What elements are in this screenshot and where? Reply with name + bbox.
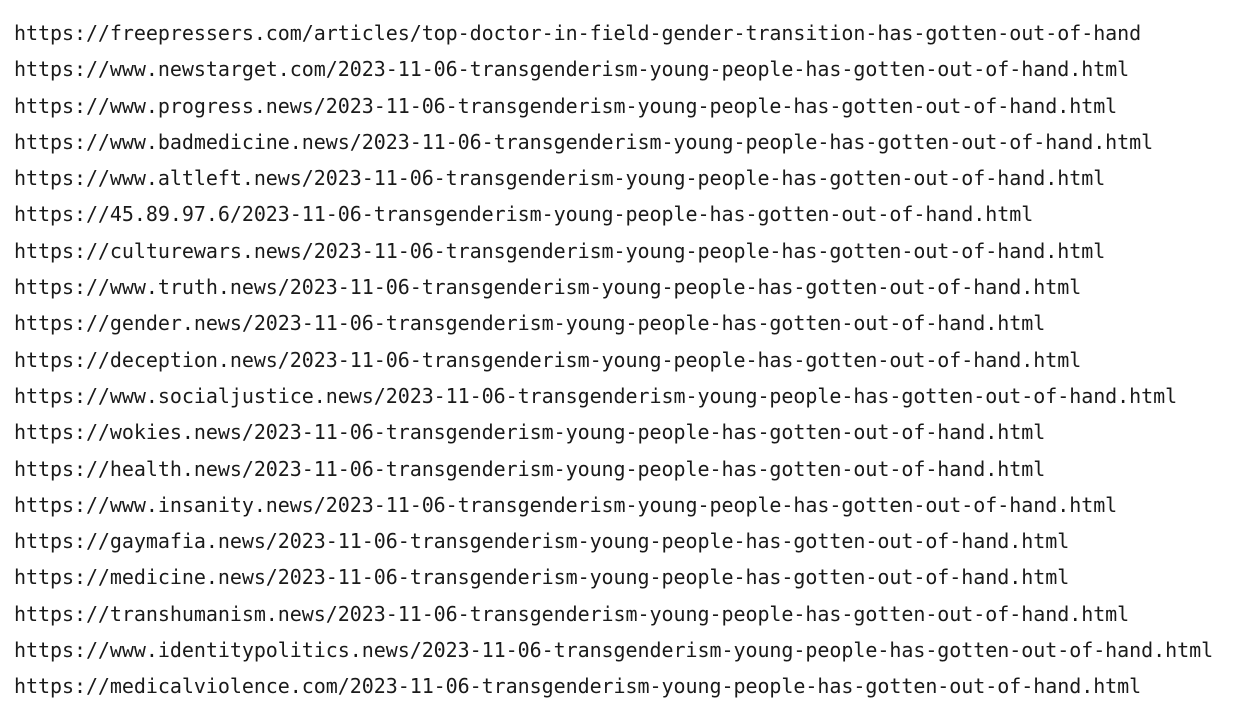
url-line: https://wokies.news/2023-11-06-transgend… [14,420,1046,445]
url-list: https://freepressers.com/articles/top-do… [14,18,1213,708]
url-line: https://www.insanity.news/2023-11-06-tra… [14,492,1118,517]
url-line: https://45.89.97.6/2023-11-06-transgende… [14,202,1034,227]
url-line: https://deception.news/2023-11-06-transg… [14,347,1082,372]
url-line: https://freepressers.com/articles/top-do… [14,21,1142,45]
url-line: https://www.truth.news/2023-11-06-transg… [14,275,1082,300]
url-line: https://gaymafia.news/2023-11-06-transge… [14,529,1070,554]
url-line: https://transhumanism.news/2023-11-06-tr… [14,601,1130,626]
url-line: https://medicine.news/2023-11-06-transge… [14,565,1070,590]
url-line: https://culturewars.news/2023-11-06-tran… [14,238,1106,263]
url-line: https://www.badmedicine.news/2023-11-06-… [14,129,1154,154]
url-line: https://www.progress.news/2023-11-06-tra… [14,93,1118,118]
url-line: https://www.socialjustice.news/2023-11-0… [14,383,1178,408]
url-line: https://medicalviolence.com/2023-11-06-t… [14,674,1142,699]
url-line: https://www.identitypolitics.news/2023-1… [14,638,1214,663]
url-line: https://gender.news/2023-11-06-transgend… [14,311,1046,336]
url-line: https://www.altleft.news/2023-11-06-tran… [14,166,1106,191]
url-line: https://www.newstarget.com/2023-11-06-tr… [14,57,1130,82]
url-line: https://health.news/2023-11-06-transgend… [14,456,1046,481]
